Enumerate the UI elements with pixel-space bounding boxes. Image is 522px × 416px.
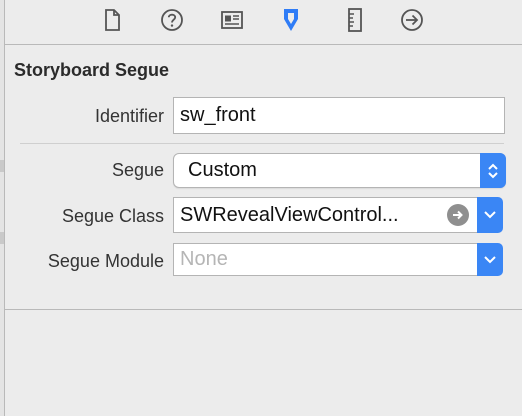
quick-help-icon[interactable] <box>158 6 186 34</box>
identity-inspector-icon[interactable] <box>218 6 246 34</box>
left-edge-handle <box>0 232 4 244</box>
segue-class-dropdown-button[interactable] <box>477 197 503 233</box>
inspector-toolbar <box>5 0 522 44</box>
identifier-value: sw_front <box>180 104 256 126</box>
segue-class-field[interactable]: SWRevealViewControl... <box>173 197 479 233</box>
segue-value: Custom <box>188 159 257 181</box>
segue-module-field[interactable]: None <box>173 243 479 276</box>
section-title: Storyboard Segue <box>14 60 170 80</box>
left-edge <box>0 0 5 416</box>
section-divider <box>5 309 522 310</box>
file-inspector-icon[interactable] <box>98 6 126 34</box>
segue-class-value: SWRevealViewControl... <box>180 203 399 226</box>
segue-popup-button[interactable] <box>480 153 506 188</box>
toolbar-divider <box>5 44 522 45</box>
identifier-field[interactable]: sw_front <box>173 97 505 134</box>
segue-class-label: Segue Class <box>61 206 164 226</box>
segue-module-dropdown-button[interactable] <box>477 243 503 276</box>
up-down-chevron-icon <box>488 163 498 178</box>
connections-inspector-icon[interactable] <box>398 6 426 34</box>
left-edge-handle <box>0 160 4 172</box>
go-to-class-icon[interactable] <box>447 204 469 226</box>
segue-module-label: Segue Module <box>47 251 164 271</box>
segue-module-placeholder: None <box>180 248 228 270</box>
chevron-down-icon <box>484 255 496 263</box>
row-divider <box>20 143 504 144</box>
identifier-label: Identifier <box>94 106 164 126</box>
attributes-inspector-icon[interactable] <box>277 6 305 34</box>
size-inspector-icon[interactable] <box>341 6 369 34</box>
segue-popup[interactable]: Custom <box>173 153 506 188</box>
segue-label: Segue <box>111 160 164 180</box>
chevron-down-icon <box>484 211 496 219</box>
